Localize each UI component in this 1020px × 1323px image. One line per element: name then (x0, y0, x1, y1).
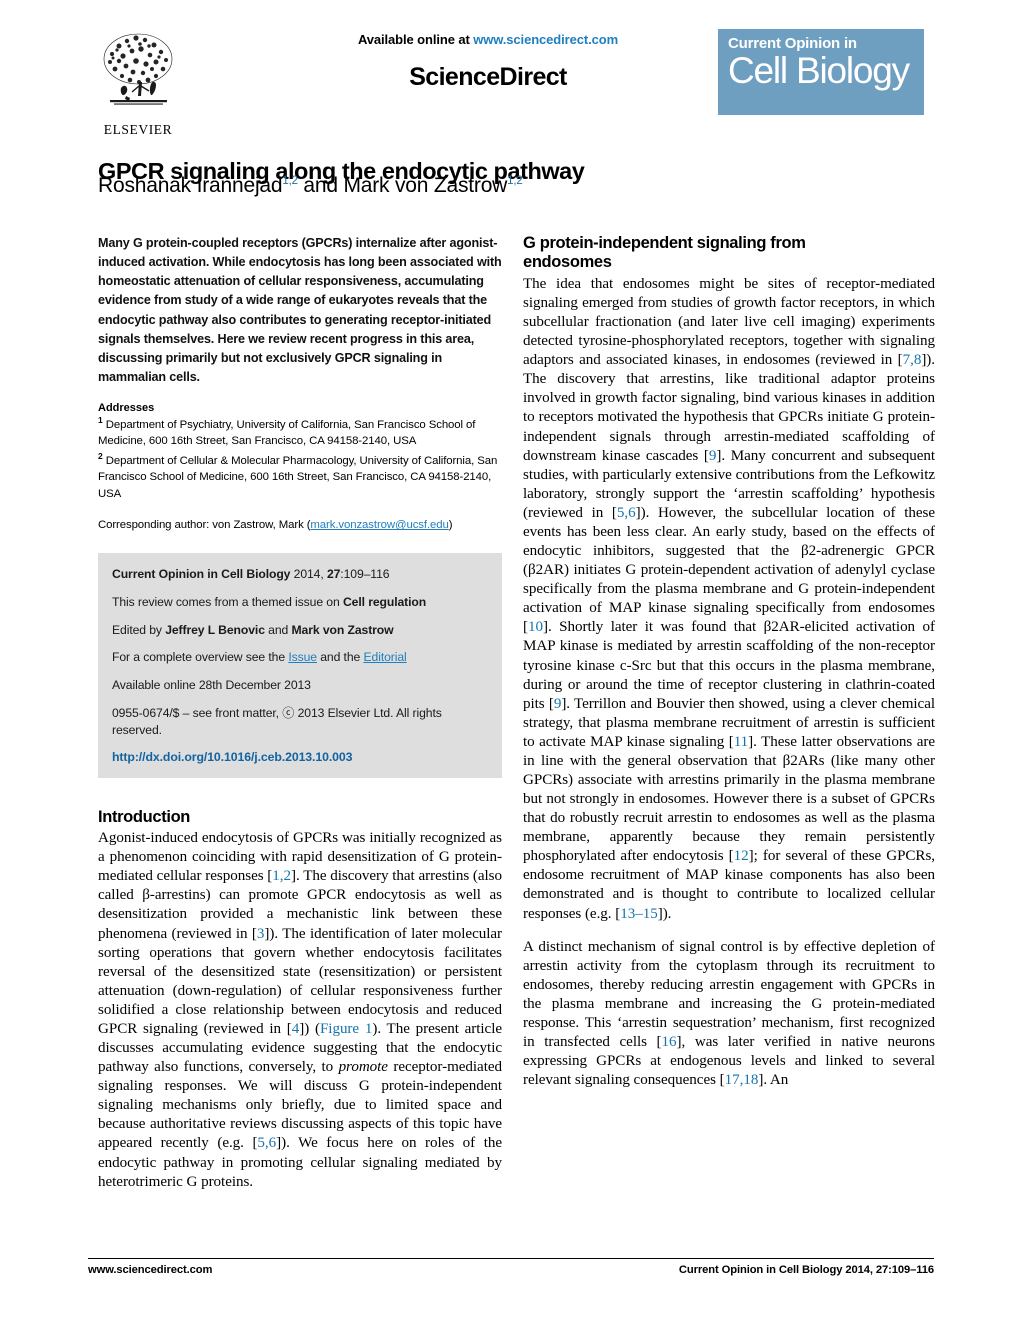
author-conjunction: and Mark von Zastrow (297, 174, 508, 197)
themed-issue-prefix: This review comes from a themed issue on (112, 594, 343, 609)
editors-conjunction: and (264, 622, 292, 637)
gpi2-text-c: ]. An (758, 1072, 789, 1089)
masthead: ELSEVIER Available online at www.science… (88, 22, 934, 137)
g-protein-independent-heading-line-1: G protein-independent signaling from (523, 234, 806, 252)
elsevier-tree-logo: ELSEVIER (88, 26, 188, 138)
intro-text-d: ]) ( (299, 1020, 320, 1037)
doi-link[interactable]: http://dx.doi.org/10.1016/j.ceb.2013.10.… (112, 750, 488, 764)
right-column: G protein-independent signaling from end… (523, 234, 935, 1090)
reference-citation-5-6[interactable]: 5,6 (257, 1135, 276, 1151)
corresponding-author: Corresponding author: von Zastrow, Mark … (98, 517, 502, 534)
addresses-heading: Addresses (98, 402, 155, 415)
journal-logo-line-2: Cell Biology (728, 49, 910, 91)
author-2-affiliation-marker: 1,2 (507, 175, 523, 187)
g-protein-independent-heading: G protein-independent signaling from end… (523, 234, 935, 273)
article-metadata-box: Current Opinion in Cell Biology 2014, 27… (98, 552, 502, 778)
author-list: Roshanak Irannejad1,2 and Mark von Zastr… (98, 174, 938, 198)
g-protein-independent-heading-line-2: endosomes (523, 253, 612, 272)
affiliation-2: 2 Department of Cellular & Molecular Pha… (98, 450, 502, 502)
affiliation-1-text: Department of Psychiatry, University of … (98, 418, 476, 448)
figure-1-link[interactable]: Figure 1 (320, 1021, 372, 1037)
g-protein-independent-section: G protein-independent signaling from end… (523, 234, 935, 1090)
front-matter-copyright: 0955-0674/$ – see front matter, ⓒ 2013 E… (112, 706, 442, 737)
gpi-text-g: ]. These latter observations are in line… (523, 733, 935, 865)
available-online-date: Available online 28th December 2013 (112, 678, 311, 693)
gpi-text-a: The idea that endosomes might be sites o… (523, 275, 935, 369)
footer-citation: Current Opinion in Cell Biology 2014, 27… (679, 1264, 934, 1276)
reference-citation-12[interactable]: 12 (734, 848, 749, 864)
left-column: Many G protein-coupled receptors (GPCRs)… (98, 234, 502, 1192)
affiliation-2-text: Department of Cellular & Molecular Pharm… (98, 454, 498, 500)
reference-citation-16[interactable]: 16 (662, 1034, 677, 1050)
affiliation-1: 1 Department of Psychiatry, University o… (98, 414, 502, 450)
issue-link[interactable]: Issue (288, 650, 317, 664)
reference-citation-17-18[interactable]: 17,18 (725, 1072, 759, 1088)
themed-issue-line: This review comes from a themed issue on… (112, 594, 488, 611)
gpi-paragraph-1: The idea that endosomes might be sites o… (523, 275, 935, 924)
available-online-prefix: Available online at (357, 32, 474, 47)
sciencedirect-wordmark: ScienceDirect (278, 63, 698, 92)
corresponding-author-email[interactable]: mark.vonzastrow@ucsf.edu (310, 519, 448, 531)
page-footer: www.sciencedirect.com Current Opinion in… (88, 1264, 934, 1276)
introduction-paragraph-1: Agonist-induced endocytosis of GPCRs was… (98, 829, 502, 1191)
editor-1: Jeffrey L Benovic (165, 622, 265, 637)
citation-journal-name: Current Opinion in Cell Biology (112, 566, 291, 581)
overview-prefix: For a complete overview see the (112, 650, 289, 665)
author-1-affiliation-marker: 1,2 (282, 175, 298, 187)
journal-logo: Current Opinion in Cell Biology (718, 29, 924, 115)
available-online-line: Available online at www.sciencedirect.co… (278, 32, 698, 47)
g-protein-independent-body: The idea that endosomes might be sites o… (523, 275, 935, 1090)
citation-year: 2014, (290, 566, 327, 581)
gpi-paragraph-2: A distinct mechanism of signal control i… (523, 938, 935, 1091)
footer-divider (88, 1258, 934, 1259)
affiliation-2-marker: 2 (98, 450, 103, 461)
citation-pages: :109–116 (340, 566, 390, 581)
sciencedirect-url[interactable]: www.sciencedirect.com (473, 32, 618, 47)
footer-journal-name: Current Opinion in Cell Biology (678, 1264, 843, 1276)
editor-2: Mark von Zastrow (291, 622, 394, 637)
author-1-name: Roshanak Irannejad (98, 174, 283, 197)
introduction-heading: Introduction (98, 807, 191, 826)
corresponding-author-prefix: Corresponding author: von Zastrow, Mark … (98, 519, 311, 532)
gpi-text-d: ]). However, the subcellular location of… (523, 504, 935, 636)
abstract-text: Many G protein-coupled receptors (GPCRs)… (98, 236, 502, 384)
sciencedirect-word-science: Science (409, 63, 500, 91)
introduction-section: Introduction Agonist-induced endocytosis… (98, 808, 502, 1192)
introduction-body: Agonist-induced endocytosis of GPCRs was… (98, 829, 502, 1191)
elsevier-wordmark: ELSEVIER (103, 122, 173, 137)
reference-citation-1-2[interactable]: 1,2 (272, 868, 291, 884)
footer-website[interactable]: www.sciencedirect.com (88, 1264, 212, 1276)
overview-middle: and the (316, 650, 364, 665)
reference-citation-11[interactable]: 11 (734, 734, 748, 750)
overview-line: For a complete overview see the Issue an… (112, 649, 488, 666)
reference-citation-7-8[interactable]: 7,8 (903, 352, 922, 368)
reference-citation-13-15[interactable]: 13–15 (620, 906, 658, 922)
edited-by-prefix: Edited by (112, 622, 166, 637)
gpi-text-i: ]). (657, 905, 672, 922)
themed-issue-name: Cell regulation (342, 594, 427, 609)
citation-volume: 27 (326, 566, 341, 581)
reference-citation-10[interactable]: 10 (528, 619, 543, 635)
footer-citation-rest: 2014, 27:109–116 (842, 1264, 934, 1276)
citation-line: Current Opinion in Cell Biology 2014, 27… (112, 566, 488, 583)
journal-article-page: ELSEVIER Available online at www.science… (0, 0, 1020, 1323)
corresponding-author-suffix: ) (448, 519, 453, 532)
intro-emphasis-promote: promote (338, 1059, 388, 1076)
affiliation-1-marker: 1 (98, 415, 103, 426)
editorial-link[interactable]: Editorial (364, 650, 407, 664)
sciencedirect-block: Available online at www.sciencedirect.co… (278, 32, 698, 92)
reference-citation-5-6b[interactable]: 5,6 (617, 505, 636, 521)
sciencedirect-word-direct: Direct (499, 63, 568, 91)
editors-line: Edited by Jeffrey L Benovic and Mark von… (112, 622, 488, 639)
